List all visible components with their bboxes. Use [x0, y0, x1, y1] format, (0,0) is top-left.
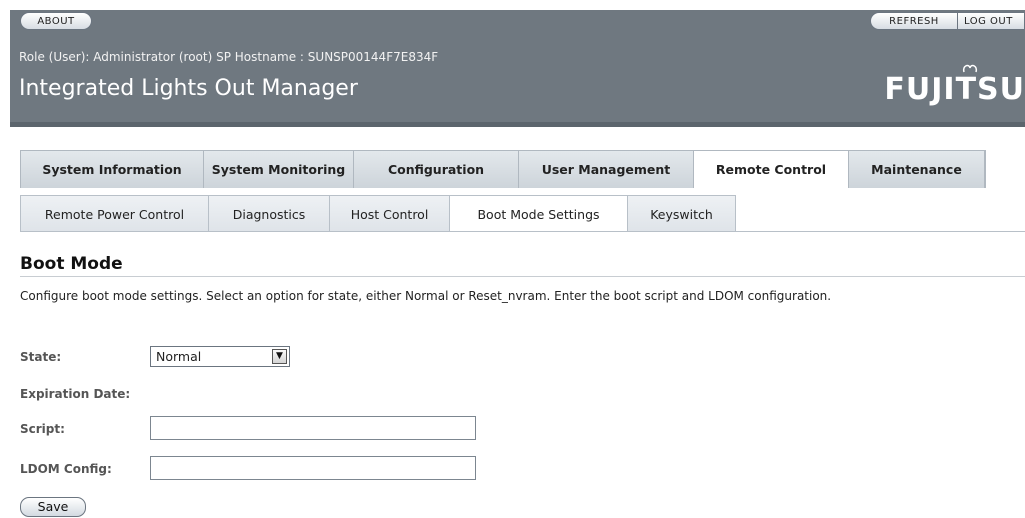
state-label: State:	[20, 350, 62, 364]
masthead: ABOUT REFRESH LOG OUT Role (User): Admin…	[10, 10, 1025, 127]
save-button[interactable]: Save	[20, 497, 86, 517]
subtab-boot-mode-settings[interactable]: Boot Mode Settings	[450, 195, 628, 232]
logout-button[interactable]: LOG OUT	[957, 12, 1025, 30]
app-title: Integrated Lights Out Manager	[19, 76, 358, 101]
refresh-button[interactable]: REFRESH	[870, 12, 958, 30]
subtab-remote-power-control[interactable]: Remote Power Control	[20, 195, 209, 232]
state-select[interactable]: Normal ▼	[150, 346, 290, 367]
tab-system-information[interactable]: System Information	[21, 151, 204, 188]
ldom-config-label: LDOM Config:	[20, 462, 112, 476]
ldom-config-input[interactable]	[150, 456, 476, 480]
subtab-host-control[interactable]: Host Control	[330, 195, 450, 232]
subtab-diagnostics[interactable]: Diagnostics	[209, 195, 330, 232]
fujitsu-logo: FUJITSU	[884, 72, 1025, 107]
sub-tab-bar: Remote Power Control Diagnostics Host Co…	[20, 195, 736, 232]
state-select-value: Normal	[156, 349, 202, 364]
title-divider	[20, 276, 1025, 277]
header-band	[10, 122, 1025, 127]
about-button[interactable]: ABOUT	[20, 12, 92, 30]
chevron-down-icon[interactable]: ▼	[272, 349, 287, 364]
page-description: Configure boot mode settings. Select an …	[20, 289, 832, 303]
script-input[interactable]	[150, 416, 476, 440]
subtab-divider	[20, 231, 1025, 232]
tab-system-monitoring[interactable]: System Monitoring	[204, 151, 354, 188]
page-title: Boot Mode	[20, 254, 123, 274]
main-tab-bar: System Information System Monitoring Con…	[20, 150, 986, 188]
role-hostname-line: Role (User): Administrator (root) SP Hos…	[19, 50, 439, 64]
tab-maintenance[interactable]: Maintenance	[849, 151, 985, 188]
subtab-keyswitch[interactable]: Keyswitch	[628, 195, 736, 232]
tab-configuration[interactable]: Configuration	[354, 151, 519, 188]
tab-user-management[interactable]: User Management	[519, 151, 694, 188]
script-label: Script:	[20, 422, 65, 436]
tab-remote-control[interactable]: Remote Control	[694, 151, 849, 188]
expiration-date-label: Expiration Date:	[20, 387, 131, 401]
